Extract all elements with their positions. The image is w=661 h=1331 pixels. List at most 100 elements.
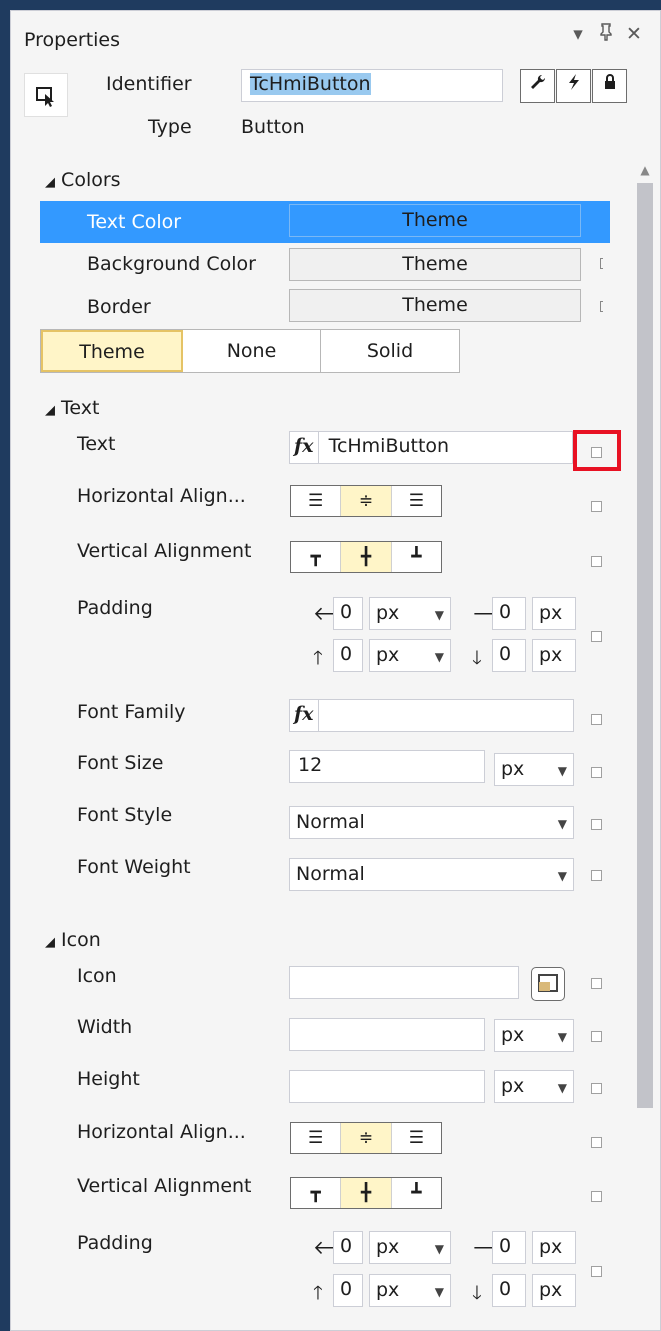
padding-bottom-input[interactable]: 0 xyxy=(492,639,526,672)
text-section-header[interactable]: ◢ Text xyxy=(45,397,99,419)
reset-checkbox[interactable] xyxy=(591,447,602,458)
reset-checkbox[interactable] xyxy=(591,978,602,989)
reset-checkbox[interactable] xyxy=(591,501,602,512)
icon-horizontal-align-label: Horizontal Align... xyxy=(77,1121,246,1143)
icon-padding-left-unit[interactable]: px ▼ xyxy=(369,1231,451,1264)
font-weight-select[interactable]: Normal ▼ xyxy=(289,858,574,891)
padding-bottom-unit[interactable]: px xyxy=(532,639,576,672)
unit-value: px xyxy=(376,1236,400,1258)
close-icon[interactable]: ✕ xyxy=(623,23,645,45)
icon-padding-bottom-input[interactable]: 0 xyxy=(492,1274,526,1307)
align-middle-icon[interactable]: ╋ xyxy=(341,542,392,572)
padding-top-unit[interactable]: px ▼ xyxy=(369,639,451,672)
reset-checkbox[interactable] xyxy=(591,714,602,725)
padding-left-input[interactable]: 0 xyxy=(333,597,363,630)
align-right-icon[interactable]: ☰ xyxy=(392,486,441,516)
width-input[interactable] xyxy=(289,1018,485,1051)
icon-padding-top-input[interactable]: 0 xyxy=(333,1274,363,1307)
align-top-icon[interactable]: ┳ xyxy=(291,542,342,572)
icon-padding-left-input[interactable]: 0 xyxy=(333,1231,363,1264)
text-input[interactable]: fx TcHmiButton xyxy=(289,431,573,464)
align-right-icon[interactable]: ☰ xyxy=(392,1123,441,1153)
align-center-icon[interactable]: ≑ xyxy=(341,486,392,516)
height-label: Height xyxy=(77,1068,140,1090)
padding-top-input[interactable]: 0 xyxy=(333,639,363,672)
height-input[interactable] xyxy=(289,1070,485,1103)
width-label: Width xyxy=(77,1016,133,1038)
reset-checkbox[interactable] xyxy=(591,631,602,642)
font-family-input[interactable]: fx xyxy=(289,699,574,732)
font-family-label: Font Family xyxy=(77,701,186,723)
colors-section-header[interactable]: ◢ Colors xyxy=(45,169,121,191)
mode-theme-button[interactable]: Theme xyxy=(41,330,183,372)
fx-icon[interactable]: fx xyxy=(290,700,319,731)
browse-image-button[interactable] xyxy=(531,967,565,1001)
reset-checkbox[interactable] xyxy=(591,556,602,567)
dropdown-arrow-icon: ▼ xyxy=(434,1285,444,1299)
dropdown-arrow-icon: ▼ xyxy=(434,650,444,664)
reset-checkbox[interactable] xyxy=(591,1137,602,1148)
text-color-value[interactable]: Theme xyxy=(289,204,581,237)
dropdown-arrow-icon[interactable]: ▾ xyxy=(567,23,589,45)
font-size-input[interactable]: 12 xyxy=(289,750,485,783)
identifier-input[interactable]: TcHmiButton xyxy=(241,69,503,102)
scroll-up-arrow-icon[interactable]: ▲ xyxy=(637,163,653,177)
lightning-icon[interactable] xyxy=(556,69,591,103)
font-style-select[interactable]: Normal ▼ xyxy=(289,806,574,839)
width-unit[interactable]: px ▼ xyxy=(494,1019,574,1052)
icon-horizontal-align-segment: ☰ ≑ ☰ xyxy=(290,1122,442,1154)
dropdown-arrow-icon: ▼ xyxy=(434,1242,444,1256)
background-color-value[interactable]: Theme xyxy=(289,248,581,281)
align-top-icon[interactable]: ┳ xyxy=(291,1178,342,1208)
colors-section-label: Colors xyxy=(61,169,121,191)
align-left-icon[interactable]: ☰ xyxy=(291,1123,342,1153)
reset-checkbox[interactable] xyxy=(591,870,602,881)
vertical-align-segment: ┳ ╋ ┻ xyxy=(290,541,442,573)
icon-padding-top-unit[interactable]: px ▼ xyxy=(369,1274,451,1307)
icon-padding-bottom-unit[interactable]: px xyxy=(532,1274,576,1307)
icon-vertical-align-label: Vertical Alignment xyxy=(77,1175,252,1197)
lock-icon[interactable] xyxy=(592,69,627,103)
element-cursor-icon[interactable] xyxy=(24,73,68,117)
align-left-icon[interactable]: ☰ xyxy=(291,486,342,516)
border-value[interactable]: Theme xyxy=(289,289,581,322)
down-arrow-icon: 🡓 xyxy=(472,1282,482,1304)
mode-solid-button[interactable]: Solid xyxy=(321,330,459,372)
dropdown-arrow-icon: ▼ xyxy=(557,1030,567,1044)
pin-icon[interactable] xyxy=(595,23,617,46)
mode-none-button[interactable]: None xyxy=(183,330,321,372)
reset-checkbox[interactable] xyxy=(591,1031,602,1042)
icon-padding-right-input[interactable]: 0 xyxy=(492,1231,526,1264)
reset-checkbox[interactable] xyxy=(591,767,602,778)
padding-right-unit[interactable]: px xyxy=(532,597,576,630)
unit-value: px xyxy=(376,644,400,666)
scrollbar-thumb[interactable] xyxy=(637,183,653,1108)
reset-checkbox[interactable] xyxy=(591,1266,602,1277)
padding-left-unit[interactable]: px ▼ xyxy=(369,597,451,630)
collapse-triangle-icon: ◢ xyxy=(45,935,55,950)
align-bottom-icon[interactable]: ┻ xyxy=(392,542,441,572)
font-weight-label: Font Weight xyxy=(77,856,191,878)
fx-icon[interactable]: fx xyxy=(290,432,319,463)
reset-checkbox[interactable] xyxy=(591,1191,602,1202)
align-bottom-icon[interactable]: ┻ xyxy=(392,1178,441,1208)
background-color-label: Background Color xyxy=(87,253,256,275)
vertical-align-label: Vertical Alignment xyxy=(77,540,252,562)
identifier-value: TcHmiButton xyxy=(250,73,371,95)
padding-right-input[interactable]: 0 xyxy=(492,597,526,630)
dropdown-arrow-icon: ▼ xyxy=(557,869,567,883)
up-arrow-icon: 🡑 xyxy=(313,1282,323,1304)
reset-checkbox[interactable] xyxy=(591,1083,602,1094)
align-middle-icon[interactable]: ╋ xyxy=(341,1178,392,1208)
align-center-icon[interactable]: ≑ xyxy=(341,1123,392,1153)
icon-padding-right-unit[interactable]: px xyxy=(532,1231,576,1264)
font-size-unit[interactable]: px ▼ xyxy=(494,753,574,786)
icon-input[interactable] xyxy=(289,966,519,999)
type-value: Button xyxy=(241,116,305,138)
wrench-icon[interactable] xyxy=(520,69,555,103)
height-unit[interactable]: px ▼ xyxy=(494,1070,574,1103)
icon-section-header[interactable]: ◢ Icon xyxy=(45,929,101,951)
unit-value: px xyxy=(376,1279,400,1301)
border-label: Border xyxy=(87,296,151,318)
reset-checkbox[interactable] xyxy=(591,819,602,830)
